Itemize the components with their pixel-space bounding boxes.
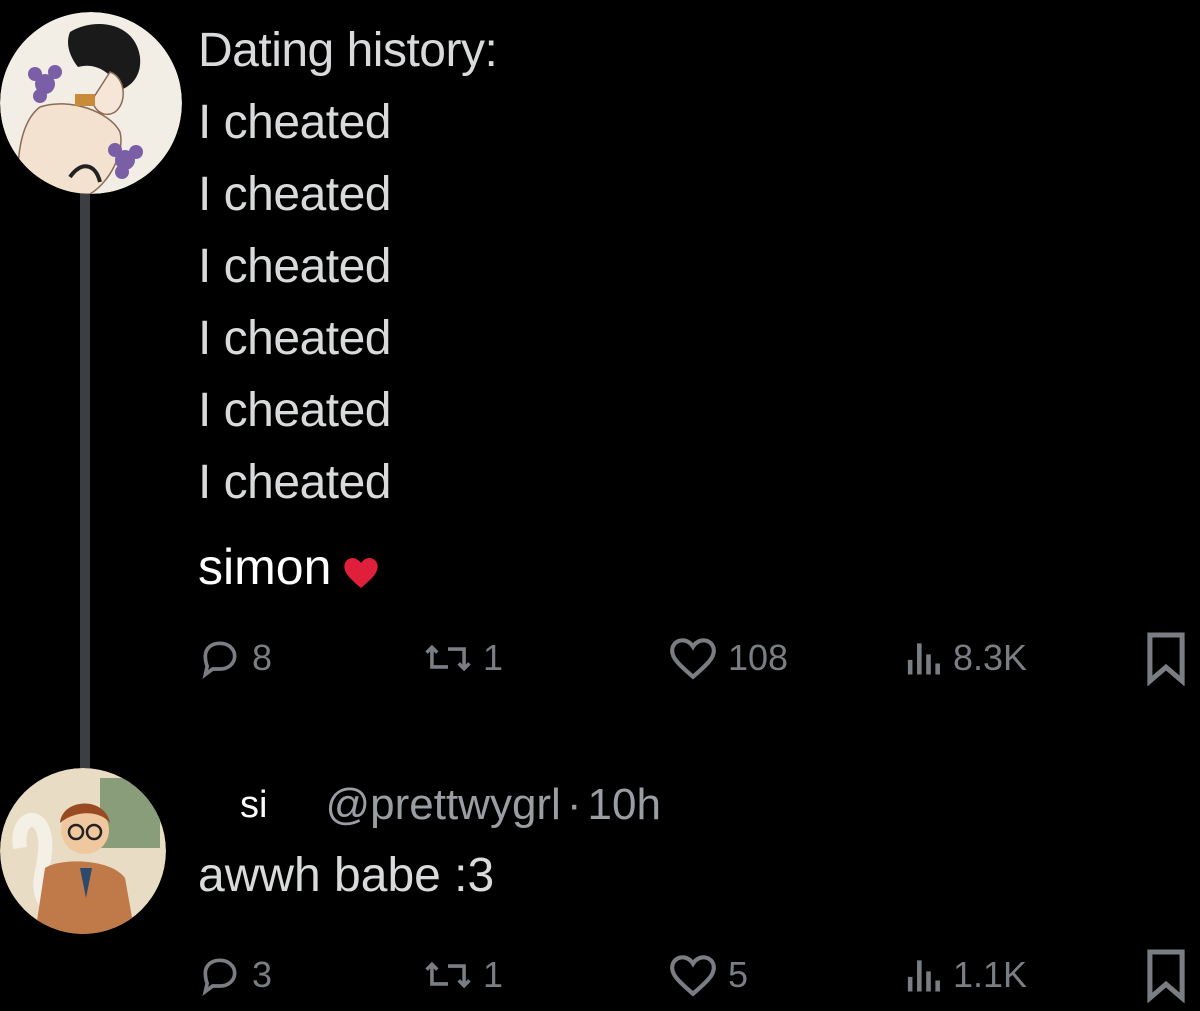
signature-text: simon	[198, 539, 332, 595]
tweet-line: I cheated	[198, 168, 391, 221]
tweet-line: I cheated	[198, 312, 391, 365]
tweet-line: Dating history:	[198, 24, 498, 77]
heart-emoji-icon	[341, 547, 381, 588]
tweet-actions: 8 1 108 8.3K	[198, 628, 1193, 688]
tweet-line: I cheated	[198, 240, 391, 293]
tweet-line: I cheated	[198, 96, 391, 149]
like-button[interactable]: 108	[668, 628, 788, 688]
reply-actions: 3 1 5 1.1K	[198, 945, 1193, 1005]
thread-connector-line	[80, 185, 90, 770]
signature: simon	[198, 538, 381, 596]
retweet-count: 1	[483, 954, 504, 995]
views-icon	[903, 953, 943, 997]
reply-author-avatar[interactable]	[0, 768, 166, 934]
bookmark-icon	[1143, 630, 1189, 686]
views-count: 1.1K	[953, 954, 1028, 995]
reply-count: 8	[252, 637, 273, 678]
tweet-line: I cheated	[198, 384, 391, 437]
reply-handle[interactable]: @prettwygrl	[325, 780, 560, 830]
like-button[interactable]: 5	[668, 945, 748, 1005]
like-icon	[668, 952, 718, 998]
retweet-icon	[423, 636, 473, 680]
author-avatar[interactable]	[0, 12, 182, 194]
like-count: 5	[728, 954, 749, 995]
reply-count: 3	[252, 954, 273, 995]
reply-body: awwh babe :3	[198, 849, 495, 902]
reply-button[interactable]: 8	[198, 628, 272, 688]
reply-display-name[interactable]: si	[240, 784, 267, 827]
views-icon	[903, 636, 943, 680]
reply-icon	[198, 953, 242, 997]
retweet-button[interactable]: 1	[423, 945, 503, 1005]
tweet-body: Dating history: I cheated I cheated I ch…	[198, 15, 498, 519]
views-button[interactable]: 8.3K	[903, 628, 1027, 688]
retweet-icon	[423, 953, 473, 997]
reply-header: si @prettwygrl · 10h	[240, 775, 661, 835]
bookmark-button[interactable]	[1143, 945, 1189, 1005]
reply-icon	[198, 636, 242, 680]
like-icon	[668, 635, 718, 681]
views-count: 8.3K	[953, 637, 1028, 678]
like-count: 108	[728, 637, 789, 678]
reply-separator: ·	[566, 780, 582, 829]
bookmark-button[interactable]	[1143, 628, 1189, 688]
views-button[interactable]: 1.1K	[903, 945, 1027, 1005]
reply-button[interactable]: 3	[198, 945, 272, 1005]
tweet-line: I cheated	[198, 456, 391, 509]
retweet-count: 1	[483, 637, 504, 678]
retweet-button[interactable]: 1	[423, 628, 503, 688]
bookmark-icon	[1143, 947, 1189, 1003]
reply-timestamp[interactable]: 10h	[588, 780, 661, 830]
